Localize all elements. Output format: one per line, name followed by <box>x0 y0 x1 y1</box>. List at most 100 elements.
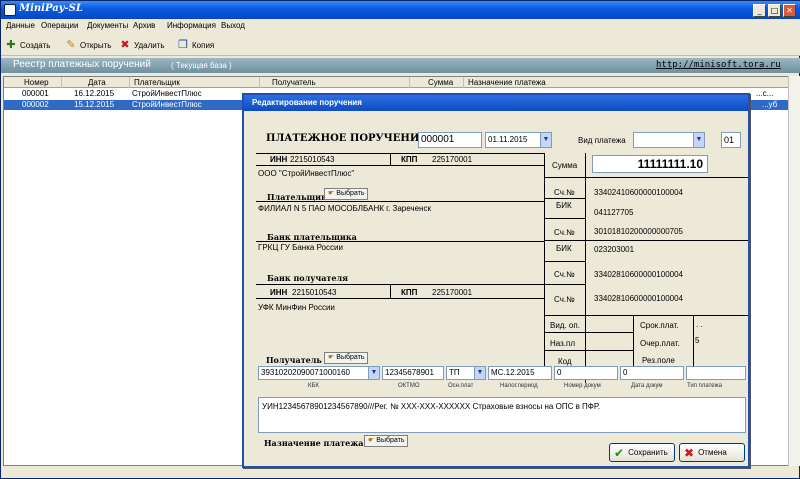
recipient-account[interactable]: 33402810600000100004 <box>594 294 683 303</box>
hand-icon: ☛ <box>328 354 335 361</box>
recipient-bik[interactable]: 023203001 <box>594 245 634 254</box>
menu-info[interactable]: Информация <box>167 21 216 30</box>
divider <box>544 332 634 333</box>
registry-title: Реестр платежных поручений <box>13 59 151 70</box>
delete-icon: ✖ <box>120 39 130 51</box>
due-date-value[interactable]: . . <box>696 320 703 329</box>
payer-bik-label: БИК <box>556 201 572 210</box>
payer-inn[interactable]: 2215010543 <box>290 155 335 164</box>
menu-archive[interactable]: Архив <box>133 21 155 30</box>
payer-kpp[interactable]: 225170001 <box>432 155 472 164</box>
recipient-kpp[interactable]: 225170001 <box>432 288 472 297</box>
divider <box>256 201 544 202</box>
kbk-caption: КБК <box>308 383 319 389</box>
recipient-name[interactable]: УФК МинФин России <box>258 303 335 312</box>
chevron-down-icon[interactable]: ▼ <box>368 367 379 379</box>
cancel-button[interactable]: ✖ Отмена <box>679 443 745 462</box>
recipient-corr-label: Сч.№ <box>554 270 575 279</box>
payer-bank-name[interactable]: ФИЛИАЛ N 5 ПАО МОСОБЛБАНК г. Зареченск <box>258 204 431 213</box>
op-type-label: Вид. оп. <box>550 321 580 330</box>
payer-corr-account[interactable]: 30101810200000000705 <box>594 227 683 236</box>
menu-exit[interactable]: Выход <box>221 21 245 30</box>
menu-data[interactable]: Данные <box>6 21 35 30</box>
copy-button[interactable]: ❐ Копия <box>177 37 214 53</box>
col-purpose[interactable]: Назначение платежа <box>464 77 790 88</box>
recipient-bank-name[interactable]: ГРКЦ ГУ Банка России <box>258 243 343 252</box>
vertical-scrollbar[interactable] <box>788 76 800 466</box>
recipient-kpp-label: КПП <box>401 288 418 297</box>
payer-bik[interactable]: 041127705 <box>594 208 633 217</box>
edit-payment-dialog: Редактирование поручения ПЛАТЕЖНОЕ ПОРУЧ… <box>242 93 750 468</box>
tax-basis-select[interactable]: ТП ▼ <box>446 366 486 380</box>
app-title: MiniPay-SL <box>19 3 83 14</box>
due-date-label: Срок.плат. <box>640 321 679 330</box>
doc-date-picker[interactable]: 01.11.2015 ▼ <box>485 132 552 148</box>
priority-code-input[interactable]: 01 <box>721 132 741 148</box>
menu-operations[interactable]: Операции <box>41 21 78 30</box>
recipient-corr-account[interactable]: 33402810600000100004 <box>594 270 683 279</box>
dialog-title-bar[interactable]: Редактирование поручения <box>244 95 748 111</box>
registry-header: Реестр платежных поручений ( Текущая баз… <box>1 58 800 73</box>
row-date: 16.12.2015 <box>74 89 115 98</box>
sum-input[interactable]: 11111111.10 <box>592 155 708 173</box>
col-date[interactable]: Дата <box>62 77 130 88</box>
payer-account[interactable]: 33402410600000100004 <box>594 188 683 197</box>
close-button[interactable]: ✕ <box>783 4 796 17</box>
toolbar: ✚ Создать ✎ Открыть ✖ Удалить ❐ Копия <box>1 34 800 56</box>
doc-number-input[interactable]: 000001 <box>418 132 482 148</box>
maximize-button[interactable]: □ <box>768 4 781 17</box>
divider <box>633 315 634 367</box>
recipient-inn[interactable]: 2215010543 <box>292 288 337 297</box>
kbk-input[interactable]: 39310202090071000160 ▼ <box>258 366 380 380</box>
tax-doc-date-input[interactable]: 0 <box>620 366 684 380</box>
priority-value[interactable]: 5 <box>695 336 699 345</box>
purpose-pick-button[interactable]: ☛ Выбрать <box>364 435 409 447</box>
minimize-button[interactable]: _ <box>753 4 766 17</box>
col-recipient[interactable]: Получатель <box>260 77 410 88</box>
doc-title: ПЛАТЕЖНОЕ ПОРУЧЕНИЕ № <box>266 133 442 144</box>
divider <box>256 284 544 285</box>
divider <box>544 153 545 373</box>
divider <box>256 165 544 166</box>
save-button[interactable]: ✔ Сохранить <box>609 443 675 462</box>
copy-icon: ❐ <box>178 39 188 51</box>
divider <box>544 240 748 241</box>
menu-bar: Данные Операции Документы Архив Информац… <box>1 19 800 34</box>
divider <box>544 350 634 351</box>
tax-payment-type-input[interactable] <box>686 366 746 380</box>
chevron-down-icon[interactable]: ▼ <box>693 133 704 147</box>
purpose-code-label: Наз.пл <box>550 339 576 348</box>
col-number[interactable]: Номер <box>4 77 62 88</box>
divider <box>544 198 586 199</box>
website-link[interactable]: http://minisoft.tora.ru <box>656 60 781 70</box>
divider <box>256 153 544 154</box>
payment-purpose-textarea[interactable]: УИН12345678901234567890///Рег. № XXX-XXX… <box>258 397 746 433</box>
chevron-down-icon[interactable]: ▼ <box>540 133 551 147</box>
payment-kind-select[interactable]: ▼ <box>633 132 705 148</box>
col-sum[interactable]: Сумма <box>410 77 464 88</box>
create-button[interactable]: ✚ Создать <box>5 37 50 53</box>
oktmo-input[interactable]: 12345678901 <box>382 366 444 380</box>
recipient-inn-label: ИНН <box>270 288 288 297</box>
payer-pick-button[interactable]: ☛ Выбрать <box>324 188 369 200</box>
plus-icon: ✚ <box>6 39 16 51</box>
tax-doc-number-input[interactable]: 0 <box>554 366 618 380</box>
payer-name[interactable]: ООО "СтройИнвестПлюс" <box>258 169 354 178</box>
recipient-pick-button[interactable]: ☛ Выбрать <box>324 352 369 364</box>
menu-documents[interactable]: Документы <box>87 21 128 30</box>
hand-icon: ☛ <box>368 437 375 444</box>
row-payer: СтройИнвестПлюс <box>132 100 202 109</box>
open-button[interactable]: ✎ Открыть <box>65 37 111 53</box>
divider <box>693 315 694 367</box>
sum-label: Сумма <box>552 161 578 170</box>
code-label: Код <box>558 357 572 366</box>
row-payer: СтройИнвестПлюс <box>132 89 202 98</box>
doc-date-caption: Дата докум <box>631 383 663 389</box>
divider <box>544 315 748 316</box>
title-bar[interactable]: MiniPay-SL _ □ ✕ <box>1 1 800 19</box>
tax-period-input[interactable]: МС.12.2015 <box>488 366 552 380</box>
chevron-down-icon[interactable]: ▼ <box>474 367 485 379</box>
delete-button[interactable]: ✖ Удалить <box>119 37 164 53</box>
col-payer[interactable]: Плательщик <box>130 77 260 88</box>
row-date: 15.12.2015 <box>74 100 115 109</box>
